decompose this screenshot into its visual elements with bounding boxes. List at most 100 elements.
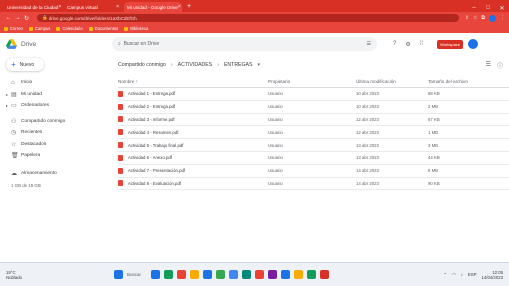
search-input[interactable]: ⌕ Buscar en Drive ☰ <box>112 37 377 51</box>
table-row[interactable]: Actividad 1 - Entrega.pdf Usuario 10 abr 2… <box>118 88 509 101</box>
extensions-icon[interactable]: ⧉ <box>481 15 485 21</box>
taskbar-app-icon[interactable] <box>281 270 290 279</box>
taskbar-search-button[interactable]: Buscar <box>127 272 147 277</box>
browser-tab[interactable]: Campus virtual × <box>64 2 122 12</box>
taskbar-app-icon[interactable] <box>268 270 277 279</box>
weather-widget[interactable]: 19°C Nublado <box>0 270 60 280</box>
menu-icon[interactable]: ⋮ <box>500 15 505 21</box>
table-row[interactable]: Actividad 3 - Informe.pdf Usuario 12 abr 2… <box>118 114 509 127</box>
profile-avatar[interactable] <box>489 14 496 22</box>
taskbar-app-icon[interactable] <box>294 270 303 279</box>
sidebar-item-trash[interactable]: 🗑 Papelera <box>0 150 110 162</box>
file-name-cell[interactable]: Actividad 8 - Evaluación.pdf <box>118 180 268 187</box>
chevron-down-icon[interactable]: ▾ <box>257 62 260 68</box>
table-row[interactable]: Actividad 2 - Entrega.pdf Usuario 10 abr 2… <box>118 101 509 114</box>
file-table: Nombre ↑ Propietario Última modificación… <box>118 76 509 191</box>
language-indicator[interactable]: ESP <box>468 272 477 277</box>
bookmark-icon <box>28 26 33 31</box>
volume-icon[interactable]: ♪ <box>461 272 463 277</box>
start-icon[interactable] <box>114 270 123 279</box>
file-name: Actividad 5 - Trabajo final.pdf <box>128 142 184 148</box>
wifi-icon[interactable]: ◠ <box>452 272 456 278</box>
reload-icon[interactable]: ↻ <box>22 15 31 22</box>
taskbar-app-icon[interactable] <box>177 270 186 279</box>
share-icon[interactable]: ⇪ <box>465 15 469 21</box>
window-controls: – □ ✕ <box>467 5 509 12</box>
close-tab-icon[interactable]: × <box>116 4 119 10</box>
taskbar-app-icon[interactable] <box>229 270 238 279</box>
url-input[interactable]: 🔒 drive.google.com/drive/folders/1aXbCdE… <box>37 14 459 22</box>
minimize-button[interactable]: – <box>467 5 481 12</box>
star-bookmark-icon[interactable]: ☆ <box>473 15 477 21</box>
sidebar-item-label: Destacados <box>21 141 47 147</box>
pdf-file-icon <box>118 90 123 97</box>
column-header-name[interactable]: Nombre ↑ <box>118 79 268 84</box>
file-name: Actividad 2 - Entrega.pdf <box>128 104 176 110</box>
sidebar-item-storage[interactable]: ☁ Almacenamiento <box>0 168 110 180</box>
table-row[interactable]: Actividad 6 - Anexo.pdf Usuario 13 abr 202… <box>118 152 509 165</box>
table-row[interactable]: Actividad 5 - Trabajo final.pdf Usuario 13… <box>118 139 509 152</box>
help-icon[interactable]: ? <box>393 41 396 47</box>
file-name-cell[interactable]: Actividad 3 - Informe.pdf <box>118 116 268 123</box>
file-name-cell[interactable]: Actividad 5 - Trabajo final.pdf <box>118 142 268 149</box>
table-row[interactable]: Actividad 4 - Resumen.pdf Usuario 12 abr 2… <box>118 126 509 140</box>
table-row[interactable]: Actividad 8 - Evaluación.pdf Usuario 14 ab… <box>118 178 509 191</box>
file-name-cell[interactable]: Actividad 2 - Entrega.pdf <box>118 103 268 110</box>
bookmark-item[interactable]: Biblioteca <box>124 26 148 31</box>
taskbar-app-icon[interactable] <box>242 270 251 279</box>
taskbar-app-icon[interactable] <box>216 270 225 279</box>
maximize-button[interactable]: □ <box>481 5 495 12</box>
account-avatar[interactable] <box>468 39 479 49</box>
bookmark-item[interactable]: Documentos <box>88 26 118 31</box>
close-tab-icon[interactable]: × <box>58 4 61 10</box>
list-view-icon[interactable]: ☰ <box>486 61 491 70</box>
cloud-icon: ☁ <box>11 170 17 177</box>
taskbar-app-icon[interactable] <box>203 270 212 279</box>
table-row[interactable]: Actividad 7 - Presentación.pdf Usuario 14 … <box>118 165 509 178</box>
bookmark-item[interactable]: Calendario <box>56 26 83 31</box>
chevron-up-icon[interactable]: ⌃ <box>443 272 447 278</box>
search-options-icon[interactable]: ☰ <box>367 41 371 47</box>
taskbar-app-icon[interactable] <box>190 270 199 279</box>
workspace-badge[interactable]: Workspace <box>437 39 464 49</box>
taskbar-app-icon[interactable] <box>255 270 264 279</box>
taskbar-app-icon[interactable] <box>164 270 173 279</box>
sidebar-item-recent[interactable]: ◷ Recientes <box>0 127 110 139</box>
bookmark-label: Biblioteca <box>130 26 149 31</box>
browser-tab[interactable]: Universidad de la Ciudad × <box>4 2 62 12</box>
sidebar-item-home[interactable]: ⌂ Inicio <box>0 77 110 89</box>
browser-tab-active[interactable]: Mi unidad - Google Drive × <box>124 2 182 12</box>
breadcrumb-item[interactable]: ACTIVIDADES <box>178 62 213 68</box>
taskbar-app-icon[interactable] <box>151 270 160 279</box>
apps-grid-icon[interactable]: ⁞⁞ <box>420 41 423 47</box>
bookmark-item[interactable]: Campus <box>28 26 50 31</box>
settings-icon[interactable]: ⚙ <box>405 41 410 48</box>
breadcrumb-item[interactable]: Compartido conmigo <box>118 62 166 68</box>
taskbar-app-icon[interactable] <box>320 270 329 279</box>
drive-logo[interactable]: Drive <box>0 39 112 49</box>
sidebar-item-starred[interactable]: ☆ Destacados <box>0 139 110 151</box>
column-header-modified[interactable]: Última modificación <box>356 79 428 84</box>
file-name: Actividad 6 - Anexo.pdf <box>128 155 172 161</box>
bookmark-item[interactable]: Correo <box>4 26 23 31</box>
pdf-file-icon <box>118 154 123 161</box>
close-window-button[interactable]: ✕ <box>495 5 509 12</box>
column-header-size[interactable]: Tamaño del archivo <box>428 79 506 84</box>
new-button[interactable]: + Nuevo <box>6 58 44 71</box>
file-name-cell[interactable]: Actividad 1 - Entrega.pdf <box>118 90 268 97</box>
column-header-owner[interactable]: Propietario <box>268 79 356 84</box>
file-name-cell[interactable]: Actividad 6 - Anexo.pdf <box>118 154 268 161</box>
breadcrumb-item-current[interactable]: ENTREGAS <box>224 62 253 68</box>
clock[interactable]: 12:05 14/04/2023 <box>481 270 503 280</box>
close-tab-icon[interactable]: × <box>178 4 181 10</box>
new-tab-button[interactable]: + <box>187 2 191 12</box>
sidebar-item-my-drive[interactable]: ▸ ▤ Mi unidad <box>0 89 110 101</box>
sidebar-item-computers[interactable]: ▸ ▭ Ordenadores <box>0 100 110 112</box>
back-icon[interactable]: ← <box>4 15 13 21</box>
info-icon[interactable]: ⓘ <box>497 61 503 70</box>
sidebar-item-shared[interactable]: ⚇ Compartido conmigo <box>0 116 110 128</box>
file-name-cell[interactable]: Actividad 7 - Presentación.pdf <box>118 167 268 174</box>
file-name-cell[interactable]: Actividad 4 - Resumen.pdf <box>118 129 268 136</box>
taskbar-app-icon[interactable] <box>307 270 316 279</box>
forward-icon[interactable]: → <box>13 15 22 21</box>
